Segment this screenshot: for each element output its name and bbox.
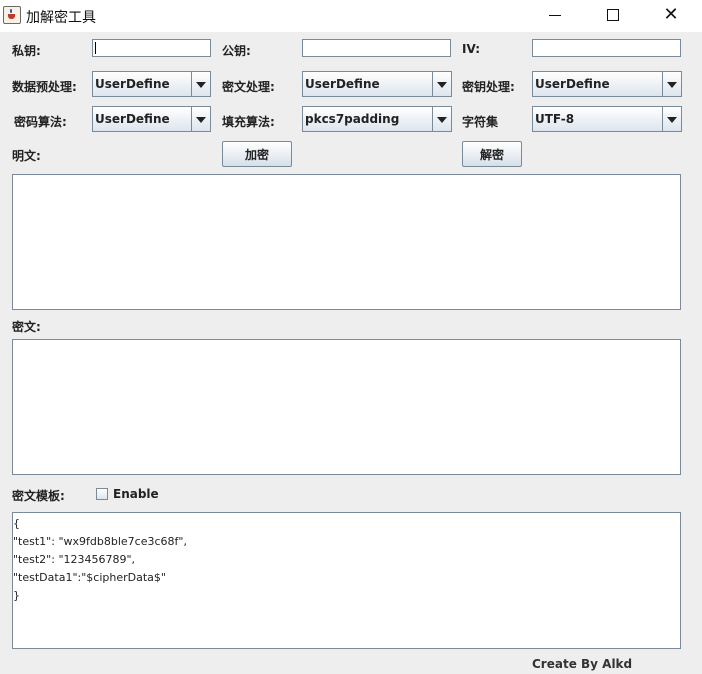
maximize-button[interactable] <box>590 0 636 30</box>
minimize-icon <box>549 14 561 16</box>
data-preprocess-select[interactable]: UserDefine <box>92 71 211 97</box>
minimize-button[interactable] <box>532 0 578 30</box>
chevron-down-icon[interactable] <box>662 107 681 131</box>
charset-value: UTF-8 <box>535 112 575 126</box>
plaintext-textarea[interactable] <box>12 174 681 310</box>
data-preprocess-label: 数据预处理: <box>12 80 77 94</box>
java-cup-icon <box>3 6 21 24</box>
public-key-label: 公钥: <box>222 44 251 58</box>
encrypt-button[interactable]: 加密 <box>222 141 292 167</box>
footer-credit: Create By Alkd <box>532 657 633 671</box>
chevron-down-icon[interactable] <box>432 107 451 131</box>
chevron-down-icon[interactable] <box>432 72 451 96</box>
chevron-down-icon[interactable] <box>191 72 210 96</box>
padding-label: 填充算法: <box>222 115 275 129</box>
public-key-input[interactable] <box>302 39 451 57</box>
close-icon: ✕ <box>663 4 679 25</box>
algorithm-select[interactable]: UserDefine <box>92 106 211 132</box>
charset-label: 字符集 <box>462 115 499 129</box>
template-label: 密文模板: <box>12 489 65 503</box>
chevron-down-icon[interactable] <box>662 72 681 96</box>
enable-checkbox[interactable] <box>96 488 108 500</box>
private-key-label: 私钥: <box>12 44 41 58</box>
cipher-process-value: UserDefine <box>305 77 380 91</box>
algorithm-label: 密码算法: <box>14 115 67 129</box>
enable-label: Enable <box>113 487 159 501</box>
padding-select[interactable]: pkcs7padding <box>302 106 452 132</box>
iv-label: IV: <box>462 42 481 56</box>
template-content: { "test1": "wx9fdb8ble7ce3c68f", "test2"… <box>13 517 187 602</box>
data-preprocess-value: UserDefine <box>95 77 170 91</box>
iv-input[interactable] <box>532 39 681 57</box>
plaintext-label: 明文: <box>12 149 41 163</box>
key-process-select[interactable]: UserDefine <box>532 71 682 97</box>
chevron-down-icon[interactable] <box>191 107 210 131</box>
ciphertext-label: 密文: <box>12 320 41 334</box>
maximize-icon <box>607 9 619 21</box>
charset-select[interactable]: UTF-8 <box>532 106 682 132</box>
key-process-label: 密钥处理: <box>462 80 515 94</box>
algorithm-value: UserDefine <box>95 112 170 126</box>
private-key-input[interactable] <box>92 39 211 57</box>
template-textarea[interactable]: { "test1": "wx9fdb8ble7ce3c68f", "test2"… <box>12 512 681 649</box>
decrypt-button[interactable]: 解密 <box>462 141 522 167</box>
close-button[interactable]: ✕ <box>648 0 694 30</box>
window-title: 加解密工具 <box>26 10 96 26</box>
padding-value: pkcs7padding <box>305 112 400 126</box>
cipher-process-select[interactable]: UserDefine <box>302 71 452 97</box>
text-cursor <box>95 42 96 54</box>
ciphertext-textarea[interactable] <box>12 339 681 475</box>
cipher-process-label: 密文处理: <box>222 80 275 94</box>
key-process-value: UserDefine <box>535 77 610 91</box>
title-bar: 加解密工具 ✕ <box>0 0 702 32</box>
